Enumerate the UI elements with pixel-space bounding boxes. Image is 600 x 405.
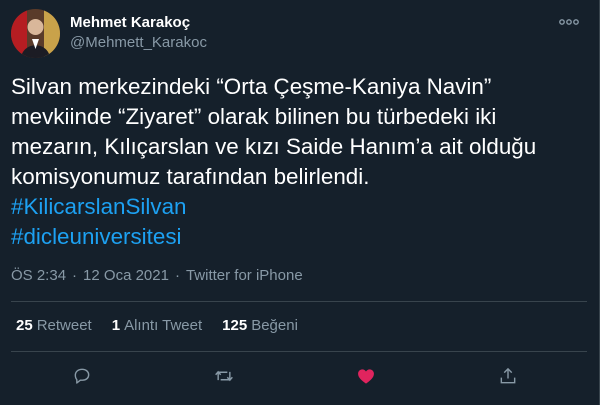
likes-stat[interactable]: 125 Beğeni — [222, 317, 298, 334]
divider — [11, 351, 587, 352]
hashtag-link[interactable]: #KilicarslanSilvan — [11, 192, 186, 222]
action-bar — [0, 362, 600, 390]
tweet-text: Silvan merkezindeki “Orta Çeşme-Kaniya N… — [11, 74, 537, 189]
user-handle[interactable]: @Mehmett_Karakoc — [70, 34, 207, 51]
display-name[interactable]: Mehmet Karakoç — [70, 14, 190, 31]
like-button[interactable] — [352, 362, 380, 390]
quotes-count: 1 — [111, 317, 121, 334]
meta-separator: · — [174, 267, 180, 284]
heart-icon — [358, 369, 374, 384]
retweets-label: Retweet — [36, 317, 92, 334]
engagement-stats: 25 Retweet 1 Alıntı Tweet 125 Beğeni — [16, 317, 298, 334]
quotes-stat[interactable]: 1 Alıntı Tweet — [112, 317, 202, 334]
tweet-date[interactable]: 12 Oca 2021 — [83, 267, 169, 284]
retweet-icon — [215, 370, 233, 382]
hashtag-link[interactable]: #dicleuniversitesi — [11, 222, 182, 252]
meta-separator: · — [72, 267, 78, 284]
retweets-stat[interactable]: 25 Retweet — [16, 317, 92, 334]
reply-button[interactable] — [68, 362, 96, 390]
more-options-button[interactable] — [558, 13, 580, 31]
retweet-button[interactable] — [210, 362, 238, 390]
retweets-count: 25 — [16, 317, 33, 334]
likes-count: 125 — [222, 317, 248, 334]
share-icon — [500, 367, 516, 384]
reply-icon — [74, 368, 90, 384]
divider — [11, 301, 587, 302]
tweet-time[interactable]: ÖS 2:34 — [11, 267, 66, 284]
quotes-label: Alıntı Tweet — [124, 317, 203, 334]
share-button[interactable] — [494, 362, 522, 390]
tweet-source[interactable]: Twitter for iPhone — [186, 267, 303, 284]
avatar[interactable] — [11, 9, 60, 58]
likes-label: Beğeni — [251, 317, 298, 334]
more-horizontal-icon — [559, 19, 579, 25]
tweet-meta: ÖS 2:34 · 12 Oca 2021 · Twitter for iPhone — [11, 267, 303, 284]
